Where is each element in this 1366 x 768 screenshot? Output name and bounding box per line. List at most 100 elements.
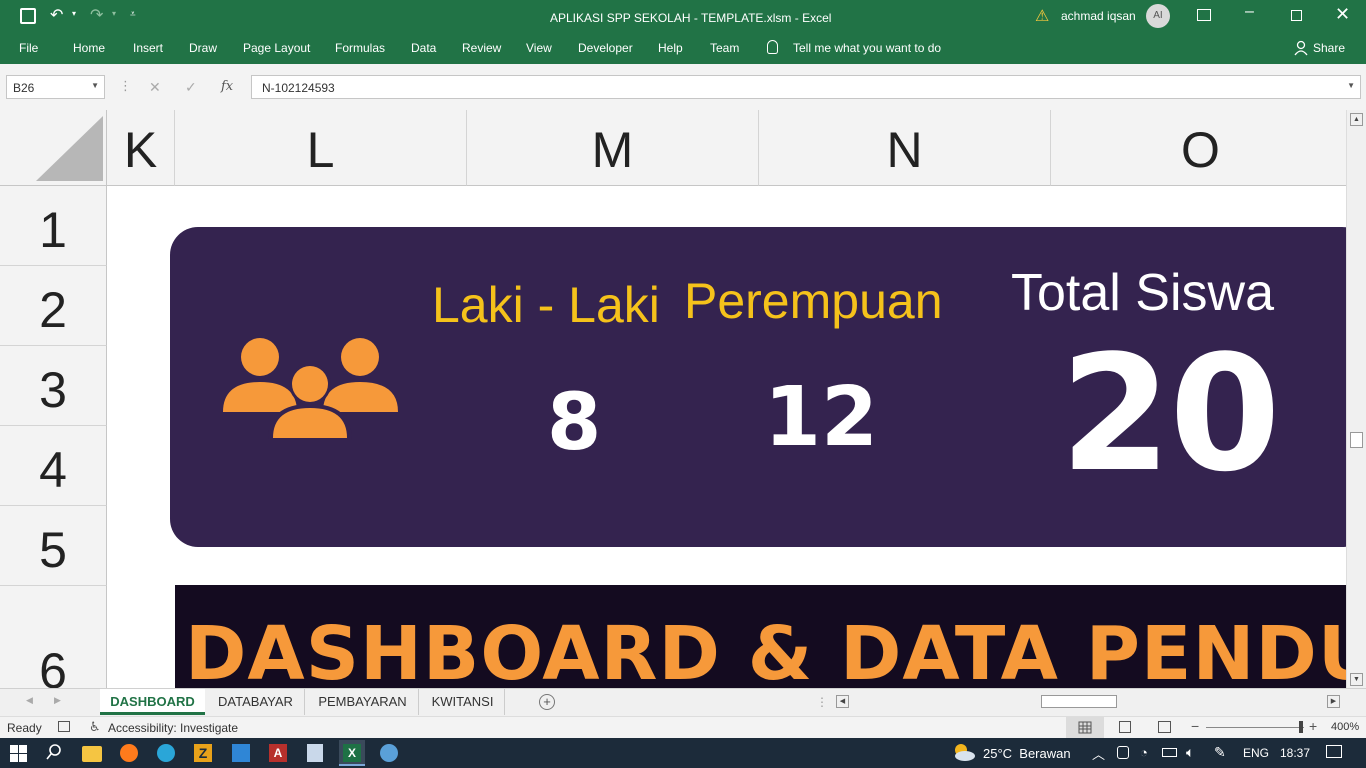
add-sheet-icon[interactable]: + [539,694,555,710]
zoom-slider-thumb[interactable] [1299,721,1303,733]
enter-icon[interactable]: ✓ [185,79,197,96]
tab-view[interactable]: View [526,41,552,55]
accessibility-status[interactable]: Accessibility: Investigate [108,721,238,735]
redo-icon[interactable]: ↷ [90,5,103,25]
row-header-3[interactable]: 3 [0,346,107,426]
page-layout-view-icon[interactable] [1119,721,1131,733]
avatar[interactable]: AI [1146,4,1170,28]
chevron-down-icon[interactable]: ▼ [91,81,99,90]
tab-kwitansi[interactable]: KWITANSI [421,689,505,715]
normal-view-icon[interactable] [1066,717,1104,738]
firefox-icon[interactable] [120,744,138,762]
notifications-icon[interactable] [1326,745,1342,758]
scroll-down-icon[interactable]: ▼ [1350,673,1363,686]
tab-page-layout[interactable]: Page Layout [243,41,310,55]
excel-taskbar-icon[interactable]: X [339,740,365,766]
zoom-out-icon[interactable]: − [1191,718,1199,734]
photos-icon[interactable] [232,744,250,762]
pen-icon[interactable]: ✎ [1214,744,1226,761]
tab-data[interactable]: Data [411,41,436,55]
row-header-2[interactable]: 2 [0,266,107,346]
row-header-6[interactable]: 6 [0,586,107,688]
user-name[interactable]: achmad iqsan [1061,9,1136,23]
tab-pembayaran[interactable]: PEMBAYARAN [307,689,419,715]
chevron-up-icon[interactable]: ︿ [1092,744,1105,763]
splitter-icon[interactable]: ⋮ [816,695,828,709]
save-icon[interactable] [20,8,36,24]
name-box[interactable]: B26 ▼ [6,75,105,99]
share-icon[interactable] [1294,40,1308,56]
tell-me-search[interactable]: Tell me what you want to do [793,41,941,55]
hscroll-right-icon[interactable]: ▶ [1327,695,1340,708]
scroll-thumb[interactable] [1350,432,1363,448]
tab-home[interactable]: Home [73,41,105,55]
macro-record-icon[interactable] [58,721,70,732]
search-icon[interactable] [46,744,62,760]
restore-icon[interactable] [1291,10,1302,21]
weather-text[interactable]: 25°C Berawan [983,746,1071,761]
tab-dashboard[interactable]: DASHBOARD [100,689,205,715]
column-header-m[interactable]: M [467,110,759,186]
volume-icon[interactable]: 🔈︎ [1186,744,1194,761]
male-label: Laki - Laki [432,277,660,333]
tab-insert[interactable]: Insert [133,41,163,55]
redo-dropdown-icon[interactable]: ▾ [112,9,116,18]
tab-team[interactable]: Team [710,41,739,55]
tab-formulas[interactable]: Formulas [335,41,385,55]
share-button[interactable]: Share [1313,41,1345,55]
windows-taskbar: Z A X 25°C Berawan ︿ ◔ 🔈︎ ✎ ENG 18:37 [0,738,1366,768]
column-header-l[interactable]: L [175,110,467,186]
page-break-view-icon[interactable] [1158,721,1171,733]
row-header-1[interactable]: 1 [0,186,107,266]
worksheet-grid[interactable]: K L M N O 1 2 3 4 5 6 Laki - Laki Peremp… [0,110,1346,688]
column-header-n[interactable]: N [759,110,1051,186]
minimize-icon[interactable]: – [1245,3,1254,21]
dashboard-banner[interactable]: DASHBOARD & DATA PENDUKUNG [175,585,1346,688]
tab-databayar[interactable]: DATABAYAR [207,689,305,715]
meet-now-icon[interactable] [1117,746,1129,759]
file-explorer-icon[interactable] [82,746,102,762]
document-icon[interactable] [307,744,323,762]
zoom-in-icon[interactable]: + [1309,718,1317,734]
windows-start-icon[interactable] [10,745,27,762]
clock[interactable]: 18:37 [1280,746,1310,760]
hscroll-thumb[interactable] [1041,695,1117,708]
wifi-icon[interactable]: ◔ [1140,745,1148,760]
next-sheet-icon[interactable]: ▶ [54,695,61,706]
row-header-4[interactable]: 4 [0,426,107,506]
insert-function-icon[interactable]: fx [221,79,233,94]
tab-file[interactable]: File [19,41,38,55]
window-title: APLIKASI SPP SEKOLAH - TEMPLATE.xlsm - E… [550,11,832,25]
zoom-level[interactable]: 400% [1331,721,1359,733]
language-indicator[interactable]: ENG [1243,746,1269,760]
tab-draw[interactable]: Draw [189,41,217,55]
scroll-up-icon[interactable]: ▲ [1350,113,1363,126]
accessibility-icon[interactable]: ♿ [89,719,101,735]
tab-developer[interactable]: Developer [578,41,633,55]
battery-icon[interactable] [1162,748,1177,757]
close-icon[interactable]: ✕ [1335,4,1350,25]
undo-dropdown-icon[interactable]: ▾ [72,9,76,18]
warning-icon[interactable]: ⚠ [1035,6,1049,26]
ribbon-display-icon[interactable] [1197,9,1211,21]
hscroll-left-icon[interactable]: ◀ [836,695,849,708]
zoom-slider[interactable] [1206,727,1304,728]
weather-icon[interactable] [951,742,975,762]
app-z-icon[interactable]: Z [194,744,212,762]
row-header-5[interactable]: 5 [0,506,107,586]
column-header-k[interactable]: K [107,110,175,186]
access-icon[interactable]: A [269,744,287,762]
undo-icon[interactable]: ↶ [50,5,63,25]
expand-formula-icon[interactable]: ▼ [1347,81,1355,90]
formula-input[interactable]: N-102124593 ▼ [251,75,1361,99]
paint-icon[interactable] [380,744,398,762]
cancel-icon[interactable]: ✕ [149,79,161,96]
tab-help[interactable]: Help [658,41,683,55]
vertical-scrollbar[interactable]: ▲ ▼ [1346,110,1366,688]
prev-sheet-icon[interactable]: ◀ [26,695,33,706]
select-all-corner[interactable] [0,110,107,186]
tab-review[interactable]: Review [462,41,501,55]
customize-qat-icon[interactable]: ⩡ [130,9,136,20]
edge-icon[interactable] [157,744,175,762]
column-header-o[interactable]: O [1051,110,1346,186]
